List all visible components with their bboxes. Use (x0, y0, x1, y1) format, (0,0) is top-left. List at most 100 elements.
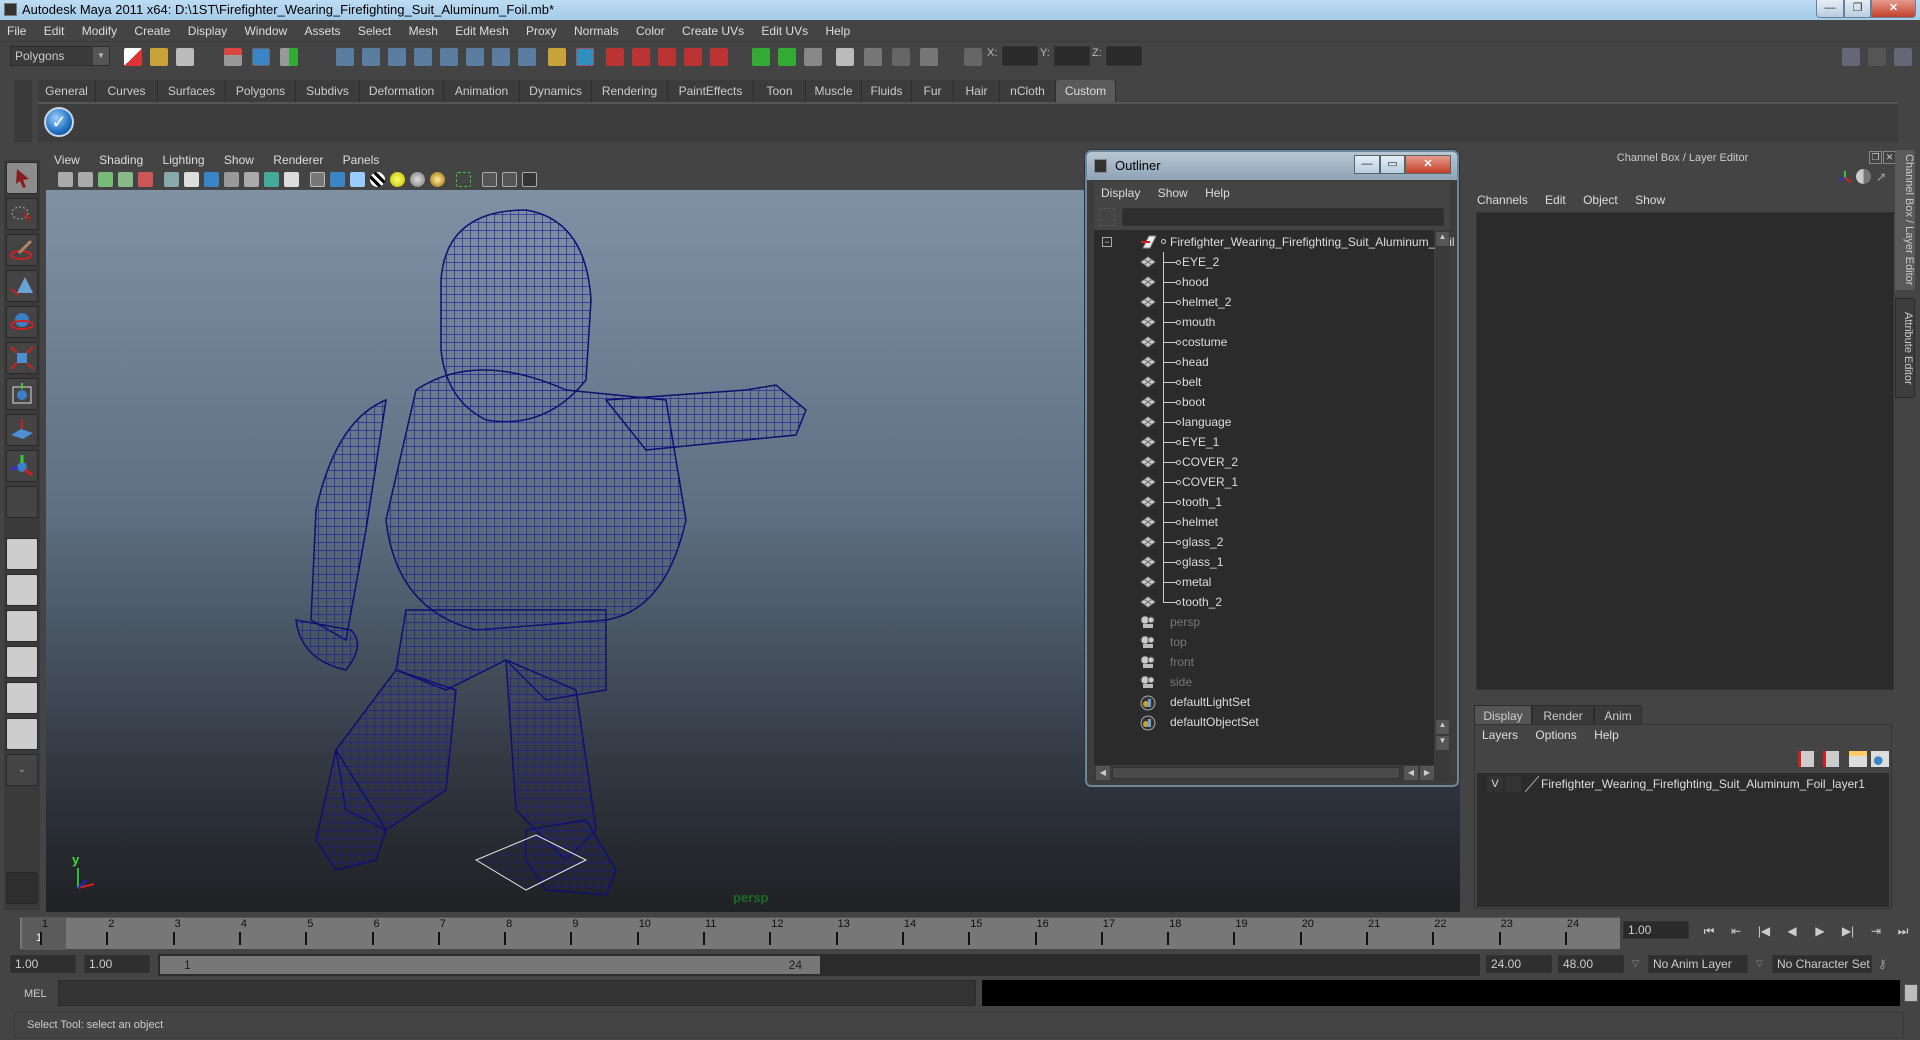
scroll-left-arrow-icon[interactable]: ◀ (1404, 766, 1418, 780)
new-scene-icon[interactable] (124, 48, 142, 66)
outliner-minimize-button[interactable]: — (1354, 155, 1380, 174)
outliner-item[interactable]: COVER_2 (1094, 452, 1434, 472)
time-slider[interactable]: 1 12345678910111213141516171819202122232… (20, 917, 1620, 949)
default-lighting-icon[interactable] (390, 172, 405, 187)
shelf-tab-general[interactable]: General (38, 80, 96, 102)
resolution-gate-icon[interactable] (204, 172, 219, 187)
play-backwards-button[interactable]: ◀ (1783, 924, 1801, 940)
maximize-button[interactable]: ❐ (1844, 0, 1871, 18)
menu-normals[interactable]: Normals (567, 20, 626, 42)
outliner-menu-help[interactable]: Help (1198, 182, 1237, 204)
wireframe-on-shaded-icon[interactable] (350, 172, 365, 187)
command-input[interactable] (58, 980, 976, 1006)
outliner-search-field[interactable] (1122, 208, 1444, 226)
layer-menu-layers[interactable]: Layers (1475, 725, 1525, 745)
channel-box-menu-object[interactable]: Object (1576, 190, 1625, 210)
outliner-item[interactable]: helmet (1094, 512, 1434, 532)
anim-layer-dropdown[interactable]: No Anim Layer (1648, 955, 1748, 973)
soft-modification-icon[interactable] (6, 414, 38, 446)
menu-display[interactable]: Display (181, 20, 234, 42)
select-surface-icon[interactable] (440, 48, 458, 66)
show-attribute-editor-icon[interactable] (1842, 48, 1860, 66)
lock-icon[interactable] (548, 48, 566, 66)
go-to-end-button[interactable]: ⏭ (1894, 924, 1912, 940)
menu-proxy[interactable]: Proxy (519, 20, 564, 42)
outliner-item[interactable]: helmet_2 (1094, 292, 1434, 312)
outliner-item[interactable]: tooth_2 (1094, 592, 1434, 612)
menu-edit[interactable]: Edit (37, 20, 72, 42)
menu-file[interactable]: File (0, 20, 33, 42)
create-empty-layer-icon[interactable] (1849, 751, 1867, 767)
xray-components-icon[interactable] (522, 172, 537, 187)
step-back-key-button[interactable]: ⇤ (1727, 924, 1745, 940)
layer-color-swatch[interactable] (1525, 776, 1539, 792)
outliner-item[interactable]: EYE_1 (1094, 432, 1434, 452)
render-view-icon[interactable] (836, 48, 854, 66)
viewport-menu-panels[interactable]: Panels (335, 150, 388, 170)
layer-menu-help[interactable]: Help (1587, 725, 1626, 745)
snap-grid-icon[interactable] (606, 48, 624, 66)
gate-mask-icon[interactable] (224, 172, 239, 187)
channel-box-area[interactable] (1476, 212, 1894, 690)
construction-history-icon[interactable] (804, 48, 822, 66)
lasso-tool-icon[interactable] (6, 198, 38, 230)
transform-field-mode-icon[interactable] (964, 48, 982, 66)
outliner-item-camera[interactable]: front (1094, 652, 1434, 672)
auto-key-icon[interactable]: ⚷ (1878, 957, 1887, 971)
scroll-up-arrow-icon[interactable]: ▲ (1436, 720, 1449, 734)
scroll-left-arrow-icon[interactable]: ◀ (1096, 766, 1110, 780)
menu-modify[interactable]: Modify (75, 20, 124, 42)
select-curve-icon[interactable] (388, 48, 406, 66)
outliner-item-camera[interactable]: side (1094, 672, 1434, 692)
menu-select[interactable]: Select (351, 20, 398, 42)
outliner-item[interactable]: glass_2 (1094, 532, 1434, 552)
channel-box-menu-edit[interactable]: Edit (1538, 190, 1573, 210)
step-back-frame-button[interactable]: |◀ (1755, 924, 1773, 940)
outliner-item-root[interactable]: Firefighter_Wearing_Firefighting_Suit_Al… (1094, 232, 1434, 252)
scroll-up-arrow-icon[interactable]: ▲ (1436, 232, 1449, 246)
shadows-icon[interactable] (430, 172, 445, 187)
outliner-item[interactable]: belt (1094, 372, 1434, 392)
animation-start-field[interactable]: 1.00 (10, 955, 76, 973)
command-language-label[interactable]: MEL (24, 988, 47, 1000)
outliner-maximize-button[interactable]: ▭ (1380, 155, 1405, 174)
outliner-item[interactable]: tooth_1 (1094, 492, 1434, 512)
y-field[interactable] (1054, 46, 1090, 66)
select-camera-icon[interactable] (58, 172, 73, 187)
side-tab-channel-box[interactable]: Channel Box / Layer Editor (1895, 150, 1915, 290)
menu-set-dropdown[interactable]: Polygons ▼ (10, 46, 110, 66)
grid-icon[interactable] (164, 172, 179, 187)
z-field[interactable] (1106, 46, 1142, 66)
scroll-down-arrow-icon[interactable]: ▼ (1436, 736, 1449, 750)
filter-icon[interactable] (1099, 208, 1115, 226)
snap-view-plane-icon[interactable] (684, 48, 702, 66)
shelf-tab-surfaces[interactable]: Surfaces (158, 80, 226, 102)
layer-menu-options[interactable]: Options (1528, 725, 1583, 745)
save-scene-icon[interactable] (176, 48, 194, 66)
select-face-icon[interactable] (414, 48, 432, 66)
two-d-pan-zoom-icon[interactable] (138, 172, 153, 187)
script-editor-icon[interactable] (1904, 984, 1918, 1002)
outliner-item-set[interactable]: defaultObjectSet (1094, 712, 1434, 732)
isolate-select-icon[interactable] (456, 172, 471, 187)
select-vertex-icon[interactable] (336, 48, 354, 66)
x-field[interactable] (1002, 46, 1038, 66)
all-lights-icon[interactable] (410, 172, 425, 187)
select-edge-icon[interactable] (362, 48, 380, 66)
film-gate-icon[interactable] (184, 172, 199, 187)
shelf-tab-rendering[interactable]: Rendering (592, 80, 668, 102)
viewport-menu-show[interactable]: Show (216, 150, 262, 170)
animation-end-field[interactable]: 48.00 (1558, 955, 1624, 973)
outliner-vertical-scrollbar[interactable]: ▲ ▲ ▼ (1435, 230, 1450, 765)
image-plane-icon[interactable] (118, 172, 133, 187)
shelf-tab-fluids[interactable]: Fluids (862, 80, 912, 102)
textured-icon[interactable] (370, 172, 385, 187)
select-misc-icon[interactable] (518, 48, 536, 66)
outliner-item-set[interactable]: defaultLightSet (1094, 692, 1434, 712)
step-forward-frame-button[interactable]: ▶| (1839, 924, 1857, 940)
layer-row[interactable]: V Firefighter_Wearing_Firefighting_Suit_… (1477, 773, 1889, 795)
step-forward-key-button[interactable]: ⇥ (1867, 924, 1885, 940)
menu-mesh[interactable]: Mesh (402, 20, 445, 42)
shelf-tab-dynamics[interactable]: Dynamics (520, 80, 592, 102)
shelf-tab-painteffects[interactable]: PaintEffects (668, 80, 754, 102)
